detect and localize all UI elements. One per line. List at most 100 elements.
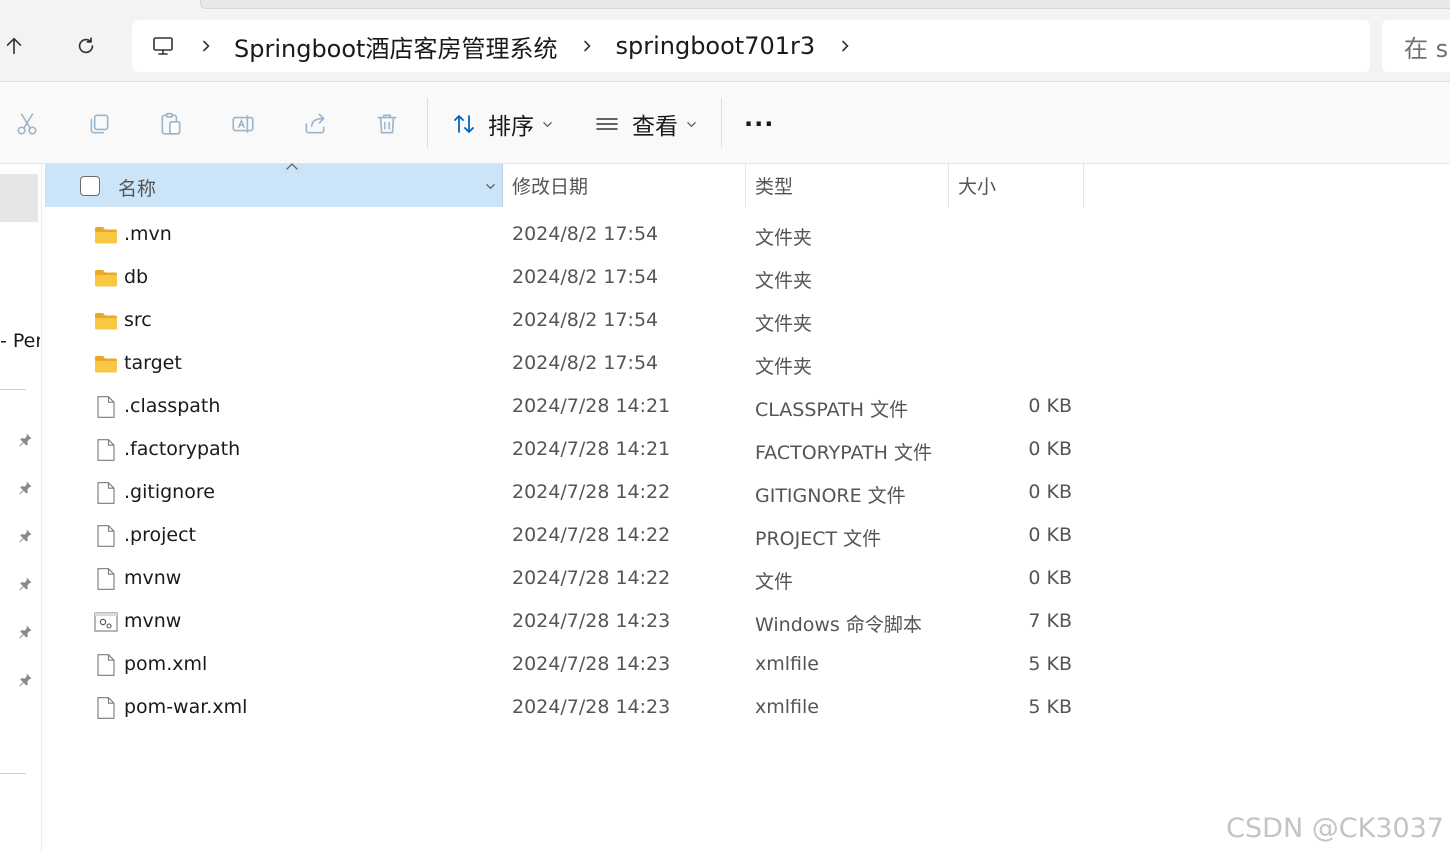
file-modified-date: 2024/8/2 17:54 bbox=[512, 266, 659, 288]
scissors-icon bbox=[17, 113, 37, 135]
nav-item-selected[interactable] bbox=[0, 174, 38, 222]
toolbar-divider bbox=[427, 98, 428, 148]
file-row[interactable]: .classpath 2024/7/28 14:21 CLASSPATH 文件 0 K… bbox=[45, 386, 1085, 429]
breadcrumb-folder[interactable]: springboot701r3 bbox=[615, 32, 815, 60]
file-name[interactable]: .project bbox=[124, 524, 196, 546]
file-modified-date: 2024/7/28 14:22 bbox=[512, 567, 671, 589]
sort-label: 排序 bbox=[488, 114, 534, 140]
up-arrow-icon bbox=[6, 37, 22, 55]
file-name[interactable]: mvnw bbox=[124, 567, 181, 589]
nav-item-truncated[interactable]: - Pers bbox=[0, 330, 40, 352]
file-modified-date: 2024/8/2 17:54 bbox=[512, 352, 659, 374]
script-icon bbox=[94, 611, 118, 633]
file-row[interactable]: mvnw 2024/7/28 14:22 文件 0 KB bbox=[45, 558, 1085, 601]
nav-divider bbox=[0, 389, 26, 390]
chevron-right-icon[interactable] bbox=[196, 36, 216, 56]
sort-button[interactable]: 排序 bbox=[452, 104, 554, 144]
pin-icon[interactable] bbox=[16, 574, 34, 592]
file-type: Windows 命令脚本 bbox=[755, 614, 922, 636]
file-name[interactable]: .factorypath bbox=[124, 438, 240, 460]
folder-icon bbox=[94, 267, 118, 289]
file-type: GITIGNORE 文件 bbox=[755, 485, 906, 507]
file-icon bbox=[94, 568, 118, 590]
tab-strip-edge bbox=[200, 0, 1450, 9]
more-options-button[interactable]: ··· bbox=[738, 104, 774, 144]
file-type: xmlfile bbox=[755, 696, 819, 718]
file-name[interactable]: pom-war.xml bbox=[124, 696, 247, 718]
watermark: CSDN @CK3037 bbox=[1226, 813, 1444, 844]
share-icon bbox=[305, 113, 325, 134]
file-row[interactable]: .mvn 2024/8/2 17:54 文件夹 bbox=[45, 214, 1085, 257]
file-row[interactable]: .project 2024/7/28 14:22 PROJECT 文件 0 KB bbox=[45, 515, 1085, 558]
file-row[interactable]: pom.xml 2024/7/28 14:23 xmlfile 5 KB bbox=[45, 644, 1085, 687]
up-button[interactable] bbox=[0, 26, 34, 66]
file-row[interactable]: mvnw 2024/7/28 14:23 Windows 命令脚本 7 KB bbox=[45, 601, 1085, 644]
file-name[interactable]: src bbox=[124, 309, 152, 331]
file-row[interactable]: src 2024/8/2 17:54 文件夹 bbox=[45, 300, 1085, 343]
chevron-right-icon[interactable] bbox=[835, 36, 855, 56]
rename-button[interactable] bbox=[225, 106, 261, 142]
file-modified-date: 2024/7/28 14:23 bbox=[512, 696, 671, 718]
file-icon bbox=[94, 525, 118, 547]
file-size: 0 KB bbox=[1028, 438, 1072, 460]
chevron-down-icon[interactable] bbox=[482, 178, 498, 194]
share-button[interactable] bbox=[297, 106, 333, 142]
pin-icon[interactable] bbox=[16, 622, 34, 640]
copy-button[interactable] bbox=[81, 106, 117, 142]
paste-button[interactable] bbox=[153, 106, 189, 142]
delete-button[interactable] bbox=[369, 106, 405, 142]
column-header-type[interactable]: 类型 bbox=[746, 164, 949, 207]
file-type: FACTORYPATH 文件 bbox=[755, 442, 932, 464]
pin-icon[interactable] bbox=[16, 526, 34, 544]
file-type: PROJECT 文件 bbox=[755, 528, 882, 550]
cut-button[interactable] bbox=[9, 106, 45, 142]
chevron-down-icon bbox=[542, 118, 554, 130]
pin-icon[interactable] bbox=[16, 670, 34, 688]
address-bar[interactable]: Springboot酒店客房管理系统 springboot701r3 bbox=[132, 20, 1370, 72]
file-modified-date: 2024/7/28 14:21 bbox=[512, 438, 671, 460]
ellipsis-icon: ··· bbox=[744, 110, 775, 138]
view-label: 查看 bbox=[632, 114, 678, 140]
search-placeholder: 在 s bbox=[1404, 34, 1449, 63]
select-all-checkbox[interactable] bbox=[80, 176, 100, 196]
file-row[interactable]: target 2024/8/2 17:54 文件夹 bbox=[45, 343, 1085, 386]
file-row[interactable]: pom-war.xml 2024/7/28 14:23 xmlfile 5 KB bbox=[45, 687, 1085, 730]
file-name[interactable]: .gitignore bbox=[124, 481, 215, 503]
column-header-date[interactable]: 修改日期 bbox=[503, 164, 746, 207]
clipboard-icon bbox=[161, 112, 181, 135]
search-input[interactable]: 在 s bbox=[1382, 20, 1450, 72]
file-name[interactable]: mvnw bbox=[124, 610, 181, 632]
file-name[interactable]: .mvn bbox=[124, 223, 172, 245]
file-row[interactable]: db 2024/8/2 17:54 文件夹 bbox=[45, 257, 1085, 300]
file-row[interactable]: .gitignore 2024/7/28 14:22 GITIGNORE 文件 0 K… bbox=[45, 472, 1085, 515]
file-name[interactable]: .classpath bbox=[124, 395, 220, 417]
view-button[interactable]: 查看 bbox=[594, 104, 698, 144]
pin-icon[interactable] bbox=[16, 478, 34, 496]
file-size: 0 KB bbox=[1028, 481, 1072, 503]
file-name[interactable]: pom.xml bbox=[124, 653, 207, 675]
file-size: 0 KB bbox=[1028, 395, 1072, 417]
file-list: .mvn 2024/8/2 17:54 文件夹 db 2024/8/2 17:54 文件夹… bbox=[45, 214, 1085, 730]
file-row[interactable]: .factorypath 2024/7/28 14:21 FACTORYPATH 文… bbox=[45, 429, 1085, 472]
list-view-icon bbox=[596, 118, 618, 130]
refresh-button[interactable] bbox=[66, 26, 106, 66]
column-header-size[interactable]: 大小 bbox=[949, 164, 1084, 207]
file-modified-date: 2024/8/2 17:54 bbox=[512, 309, 659, 331]
breadcrumb-project[interactable]: Springboot酒店客房管理系统 bbox=[234, 29, 557, 64]
file-modified-date: 2024/7/28 14:22 bbox=[512, 524, 671, 546]
this-pc-icon[interactable] bbox=[150, 33, 176, 59]
column-date-label: 修改日期 bbox=[512, 176, 589, 198]
file-name[interactable]: target bbox=[124, 352, 182, 374]
rename-icon bbox=[232, 115, 254, 133]
pin-icon[interactable] bbox=[16, 430, 34, 448]
file-modified-date: 2024/7/28 14:23 bbox=[512, 653, 671, 675]
file-modified-date: 2024/7/28 14:23 bbox=[512, 610, 671, 632]
file-modified-date: 2024/8/2 17:54 bbox=[512, 223, 659, 245]
file-type: CLASSPATH 文件 bbox=[755, 399, 909, 421]
file-name[interactable]: db bbox=[124, 266, 148, 288]
chevron-right-icon[interactable] bbox=[577, 36, 597, 56]
column-header-name[interactable]: 名称 bbox=[45, 163, 503, 207]
file-icon bbox=[94, 396, 118, 418]
folder-icon bbox=[94, 310, 118, 332]
column-size-label: 大小 bbox=[958, 176, 997, 198]
